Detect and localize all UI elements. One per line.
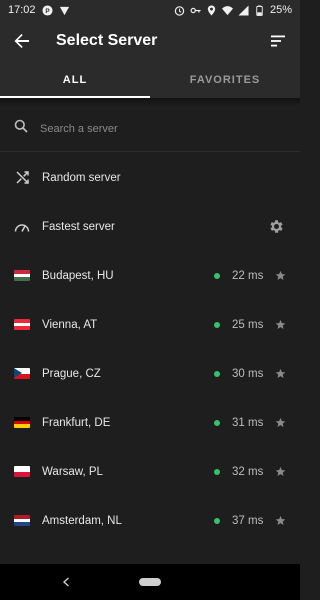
ping-status-dot [214, 419, 220, 426]
server-name: Frankfurt, DE [42, 416, 111, 429]
home-pill[interactable] [139, 578, 161, 586]
ping-value: 25 ms [232, 318, 264, 331]
alarm-icon [174, 5, 185, 16]
flag-icon [14, 319, 30, 330]
server-row[interactable]: Budapest, HU 22 ms [0, 251, 300, 300]
ping-value: 32 ms [232, 465, 264, 478]
page-title: Select Server [56, 32, 158, 49]
tab-all[interactable]: ALL [0, 62, 150, 98]
nav-back-icon[interactable] [60, 576, 72, 588]
server-name: Budapest, HU [42, 269, 114, 282]
flag-icon [14, 466, 30, 477]
battery-level: 25% [269, 4, 292, 16]
tab-shadow [0, 98, 300, 106]
favorite-star-icon[interactable] [274, 368, 286, 380]
system-nav-bar [0, 564, 300, 600]
ping-status-dot [214, 370, 220, 377]
random-server-label: Random server [42, 171, 121, 184]
tab-favorites[interactable]: FAVORITES [150, 62, 300, 98]
random-server-row[interactable]: Random server [0, 153, 300, 202]
tab-bar: ALL FAVORITES [0, 62, 300, 98]
server-row[interactable]: Amsterdam, NL 37 ms [0, 496, 300, 545]
svg-text:P: P [45, 7, 50, 14]
fastest-server-row[interactable]: Fastest server [0, 202, 300, 251]
search-bar [0, 106, 300, 152]
server-row[interactable]: Warsaw, PL 32 ms [0, 447, 300, 496]
battery-icon [254, 4, 265, 16]
ping-value: 37 ms [232, 514, 264, 527]
back-arrow-icon[interactable] [10, 29, 34, 53]
status-time: 17:02 [8, 4, 36, 16]
favorite-star-icon[interactable] [274, 319, 286, 331]
flag-icon [14, 368, 30, 379]
search-icon [14, 119, 28, 138]
wifi-icon [221, 5, 233, 16]
shuffle-icon [14, 170, 30, 186]
gear-icon[interactable] [266, 217, 286, 237]
server-row[interactable]: Frankfurt, DE 31 ms [0, 398, 300, 447]
ping-value: 31 ms [232, 416, 264, 429]
ping-value: 22 ms [232, 269, 264, 282]
server-row[interactable]: Vienna, AT 25 ms [0, 300, 300, 349]
server-name: Vienna, AT [42, 318, 98, 331]
server-name: Amsterdam, NL [42, 514, 122, 527]
favorite-star-icon[interactable] [274, 270, 286, 282]
server-name: Prague, CZ [42, 367, 101, 380]
signal-icon [238, 4, 249, 16]
flag-icon [14, 270, 30, 281]
app-notification-icon: P [41, 4, 53, 16]
flag-icon [14, 417, 30, 428]
ping-status-dot [214, 517, 220, 524]
ping-status-dot [214, 321, 220, 328]
favorite-star-icon[interactable] [274, 515, 286, 527]
status-bar: 17:02 P 25% [0, 0, 300, 20]
server-row[interactable]: Prague, CZ 30 ms [0, 349, 300, 398]
location-icon [206, 4, 217, 16]
search-input[interactable] [40, 122, 260, 135]
sort-icon[interactable] [266, 29, 290, 53]
server-name: Warsaw, PL [42, 465, 103, 478]
flag-icon [14, 515, 30, 526]
key-icon [190, 5, 201, 16]
ping-status-dot [214, 272, 220, 279]
favorite-star-icon[interactable] [274, 417, 286, 429]
favorite-star-icon[interactable] [274, 466, 286, 478]
fastest-server-label: Fastest server [42, 220, 115, 233]
ping-value: 30 ms [232, 367, 264, 380]
vpn-notification-icon [59, 5, 70, 16]
ping-status-dot [214, 468, 220, 475]
app-bar: Select Server [0, 20, 300, 62]
speedometer-icon [14, 219, 30, 235]
